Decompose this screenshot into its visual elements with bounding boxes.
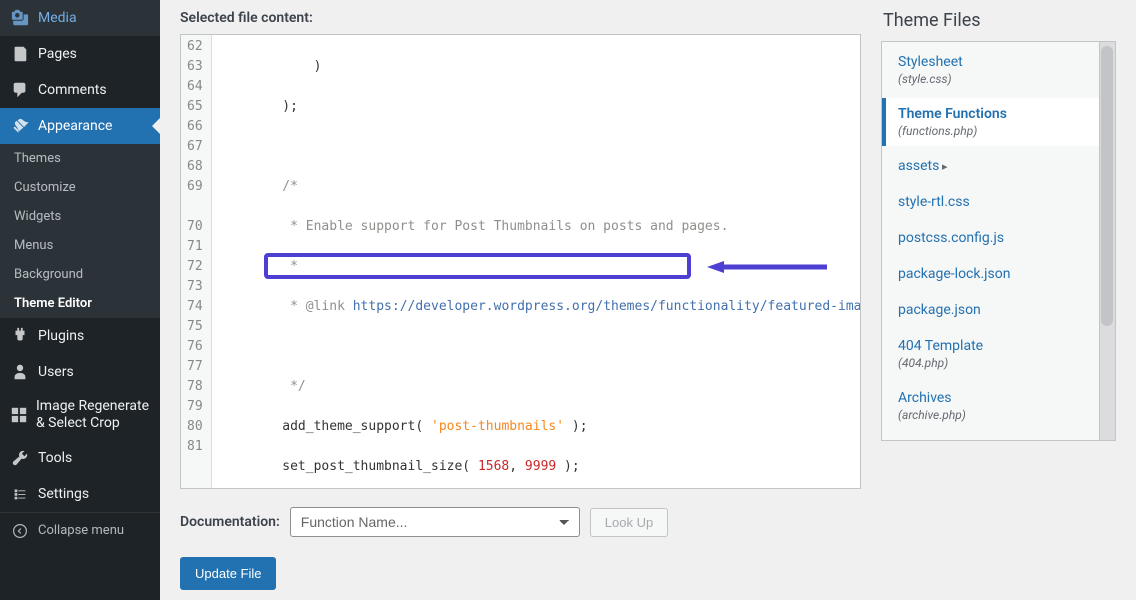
plugin-icon (10, 326, 30, 346)
sidebar-item-image-regenerate[interactable]: Image Regenerate & Select Crop (0, 390, 160, 440)
documentation-bar: Documentation: Function Name... Look Up (180, 507, 861, 537)
sidebar-label: Settings (38, 486, 89, 502)
sidebar-item-comments[interactable]: Comments (0, 72, 160, 108)
theme-files-list[interactable]: Stylesheet (style.css) Theme Functions (… (881, 41, 1116, 441)
sidebar-item-plugins[interactable]: Plugins (0, 318, 160, 354)
file-assets-folder[interactable]: assets (886, 150, 1111, 182)
appearance-submenu: Themes Customize Widgets Menus Backgroun… (0, 144, 160, 318)
media-icon (10, 8, 30, 28)
scrollbar-track[interactable] (1099, 42, 1115, 440)
documentation-label: Documentation: (180, 514, 280, 530)
admin-sidebar: Media Pages Comments Appearance Themes C… (0, 0, 160, 600)
sidebar-label: Appearance (38, 118, 112, 134)
file-archives[interactable]: Archives (archive.php) (886, 382, 1111, 430)
sidebar-item-users[interactable]: Users (0, 354, 160, 390)
tool-icon (10, 448, 30, 468)
update-file-button[interactable]: Update File (180, 557, 276, 590)
appearance-icon (10, 116, 30, 136)
main-content: Selected file content: 62636465666768697… (160, 0, 1136, 600)
documentation-select[interactable]: Function Name... (290, 507, 580, 537)
collapse-icon (10, 521, 30, 541)
file-package-lock[interactable]: package-lock.json (886, 258, 1111, 290)
settings-icon (10, 484, 30, 504)
submenu-theme-editor[interactable]: Theme Editor (0, 289, 160, 318)
submenu-background[interactable]: Background (0, 260, 160, 289)
sidebar-label: Image Regenerate & Select Crop (36, 398, 150, 432)
line-gutter: 6263646566676869707172737475767778798081 (181, 35, 212, 488)
file-classes-folder[interactable]: classes (886, 434, 1111, 441)
sidebar-label: Media (38, 10, 77, 26)
sidebar-item-settings[interactable]: Settings (0, 476, 160, 512)
file-style-rtl[interactable]: style-rtl.css (886, 186, 1111, 218)
lookup-button[interactable]: Look Up (590, 508, 668, 537)
sidebar-label: Pages (38, 46, 77, 62)
sidebar-label: Plugins (38, 328, 84, 344)
file-404[interactable]: 404 Template (404.php) (886, 330, 1111, 378)
sidebar-item-pages[interactable]: Pages (0, 36, 160, 72)
sidebar-item-tools[interactable]: Tools (0, 440, 160, 476)
theme-files-title: Theme Files (881, 10, 1116, 31)
collapse-label: Collapse menu (38, 523, 124, 538)
code-editor[interactable]: 6263646566676869707172737475767778798081… (180, 34, 861, 489)
sidebar-item-appearance[interactable]: Appearance (0, 108, 160, 144)
submenu-themes[interactable]: Themes (0, 144, 160, 173)
code-content[interactable]: ) ); /* * Enable support for Post Thumbn… (212, 35, 861, 488)
regenerate-icon (10, 405, 28, 425)
collapse-menu[interactable]: Collapse menu (0, 512, 160, 549)
sidebar-label: Users (38, 364, 74, 380)
submenu-customize[interactable]: Customize (0, 173, 160, 202)
file-postcss[interactable]: postcss.config.js (886, 222, 1111, 254)
page-icon (10, 44, 30, 64)
file-stylesheet[interactable]: Stylesheet (style.css) (886, 46, 1111, 94)
submenu-menus[interactable]: Menus (0, 231, 160, 260)
sidebar-label: Comments (38, 82, 107, 98)
comment-icon (10, 80, 30, 100)
file-theme-functions[interactable]: Theme Functions (functions.php) (882, 98, 1111, 146)
sidebar-label: Tools (38, 450, 72, 466)
editor-heading: Selected file content: (180, 10, 861, 26)
sidebar-item-media[interactable]: Media (0, 0, 160, 36)
file-package[interactable]: package.json (886, 294, 1111, 326)
scrollbar-thumb[interactable] (1101, 46, 1113, 326)
user-icon (10, 362, 30, 382)
submenu-widgets[interactable]: Widgets (0, 202, 160, 231)
